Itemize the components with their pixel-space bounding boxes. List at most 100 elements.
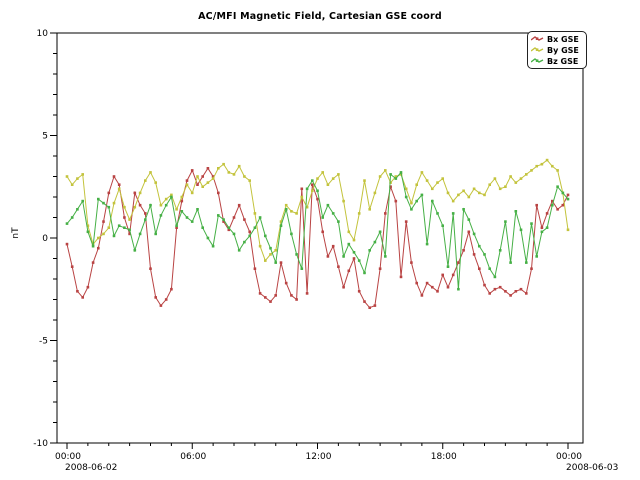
series-marker-by-gse xyxy=(76,177,79,180)
series-marker-bz-gse xyxy=(473,233,476,236)
series-marker-bx-gse xyxy=(562,204,565,207)
x-axis-date-label: 2008-06-03 xyxy=(566,463,618,473)
series-marker-bx-gse xyxy=(149,267,152,270)
series-marker-by-gse xyxy=(71,183,74,186)
series-marker-by-gse xyxy=(515,181,518,184)
series-marker-bz-gse xyxy=(389,173,392,176)
series-marker-bz-gse xyxy=(306,188,309,191)
series-marker-bz-gse xyxy=(154,233,157,236)
series-marker-by-gse xyxy=(191,192,194,195)
series-marker-bz-gse xyxy=(196,208,199,211)
series-marker-bz-gse xyxy=(342,255,345,258)
series-marker-by-gse xyxy=(327,183,330,186)
series-marker-by-gse xyxy=(165,198,168,201)
series-marker-bx-gse xyxy=(92,261,95,264)
series-marker-bz-gse xyxy=(238,249,241,252)
series-marker-bz-gse xyxy=(123,226,126,229)
chart-window: AC/MFI Magnetic Field, Cartesian GSE coo… xyxy=(0,0,640,480)
series-marker-bz-gse xyxy=(259,216,262,219)
series-marker-bz-gse xyxy=(81,200,84,203)
series-marker-bx-gse xyxy=(118,183,121,186)
series-marker-bx-gse xyxy=(170,288,173,291)
series-marker-bz-gse xyxy=(71,216,74,219)
series-marker-bx-gse xyxy=(285,282,288,285)
series-marker-bz-gse xyxy=(295,253,298,256)
series-marker-by-gse xyxy=(81,173,84,176)
plot-frame xyxy=(57,33,583,443)
by-series-icon xyxy=(531,46,544,54)
series-marker-bz-gse xyxy=(186,216,189,219)
series-marker-bx-gse xyxy=(515,290,518,293)
series-marker-by-gse xyxy=(462,190,465,193)
series-marker-bz-gse xyxy=(556,185,559,188)
series-marker-bx-gse xyxy=(243,218,246,221)
series-marker-bz-gse xyxy=(254,226,257,229)
series-marker-by-gse xyxy=(264,259,267,262)
series-marker-bx-gse xyxy=(530,267,533,270)
series-marker-by-gse xyxy=(139,192,142,195)
series-marker-bx-gse xyxy=(97,247,100,250)
series-marker-by-gse xyxy=(379,175,382,178)
legend-item-bz: Bz GSE xyxy=(531,56,583,66)
series-marker-bz-gse xyxy=(567,198,570,201)
series-marker-by-gse xyxy=(311,190,314,193)
series-marker-by-gse xyxy=(504,185,507,188)
series-marker-bz-gse xyxy=(530,222,533,225)
series-marker-by-gse xyxy=(201,185,204,188)
series-marker-bz-gse xyxy=(478,245,481,248)
series-marker-by-gse xyxy=(233,173,236,176)
legend-label-bz: Bz GSE xyxy=(547,57,578,66)
series-marker-bz-gse xyxy=(118,224,121,227)
series-marker-bz-gse xyxy=(515,210,518,213)
series-marker-bz-gse xyxy=(337,220,340,223)
legend-label-by: By GSE xyxy=(547,46,579,55)
legend-item-bx: Bx GSE xyxy=(531,34,583,44)
series-marker-by-gse xyxy=(468,196,471,199)
series-marker-by-gse xyxy=(441,177,444,180)
series-marker-bz-gse xyxy=(535,255,538,258)
series-marker-bx-gse xyxy=(186,179,189,182)
series-marker-by-gse xyxy=(488,183,491,186)
series-marker-by-gse xyxy=(108,226,111,229)
series-marker-by-gse xyxy=(118,188,121,191)
series-marker-by-gse xyxy=(426,179,429,182)
series-marker-bz-gse xyxy=(139,233,142,236)
series-marker-bz-gse xyxy=(160,214,163,217)
series-marker-bz-gse xyxy=(520,229,523,232)
series-marker-bx-gse xyxy=(525,292,528,295)
series-marker-bz-gse xyxy=(358,259,361,262)
series-marker-bz-gse xyxy=(316,190,319,193)
series-marker-bx-gse xyxy=(368,306,371,309)
legend: Bx GSE By GSE Bz GSE xyxy=(527,31,587,69)
series-marker-bz-gse xyxy=(348,243,351,246)
series-marker-bx-gse xyxy=(154,296,157,299)
series-marker-bx-gse xyxy=(123,216,126,219)
series-marker-bz-gse xyxy=(222,218,225,221)
series-marker-bz-gse xyxy=(217,214,220,217)
series-marker-bx-gse xyxy=(374,304,377,307)
series-marker-bz-gse xyxy=(353,251,356,254)
series-marker-by-gse xyxy=(254,212,257,215)
series-marker-bx-gse xyxy=(504,290,507,293)
series-marker-bx-gse xyxy=(134,192,137,195)
series-marker-bz-gse xyxy=(243,241,246,244)
series-marker-bx-gse xyxy=(415,282,418,285)
series-marker-bx-gse xyxy=(274,294,277,297)
series-marker-bz-gse xyxy=(285,208,288,211)
series-marker-by-gse xyxy=(321,171,324,174)
series-marker-bx-gse xyxy=(567,194,570,197)
series-marker-bz-gse xyxy=(384,255,387,258)
series-marker-bx-gse xyxy=(556,208,559,211)
series-marker-bx-gse xyxy=(499,286,502,289)
series-marker-by-gse xyxy=(160,204,163,207)
series-marker-bx-gse xyxy=(81,296,84,299)
series-marker-by-gse xyxy=(144,179,147,182)
series-marker-bx-gse xyxy=(301,188,304,191)
series-marker-bx-gse xyxy=(546,212,549,215)
series-marker-bz-gse xyxy=(76,208,79,211)
x-axis-date-label: 2008-06-02 xyxy=(65,463,117,473)
series-marker-by-gse xyxy=(530,169,533,172)
series-marker-bx-gse xyxy=(87,286,90,289)
series-marker-by-gse xyxy=(363,179,366,182)
series-marker-bz-gse xyxy=(212,245,215,248)
